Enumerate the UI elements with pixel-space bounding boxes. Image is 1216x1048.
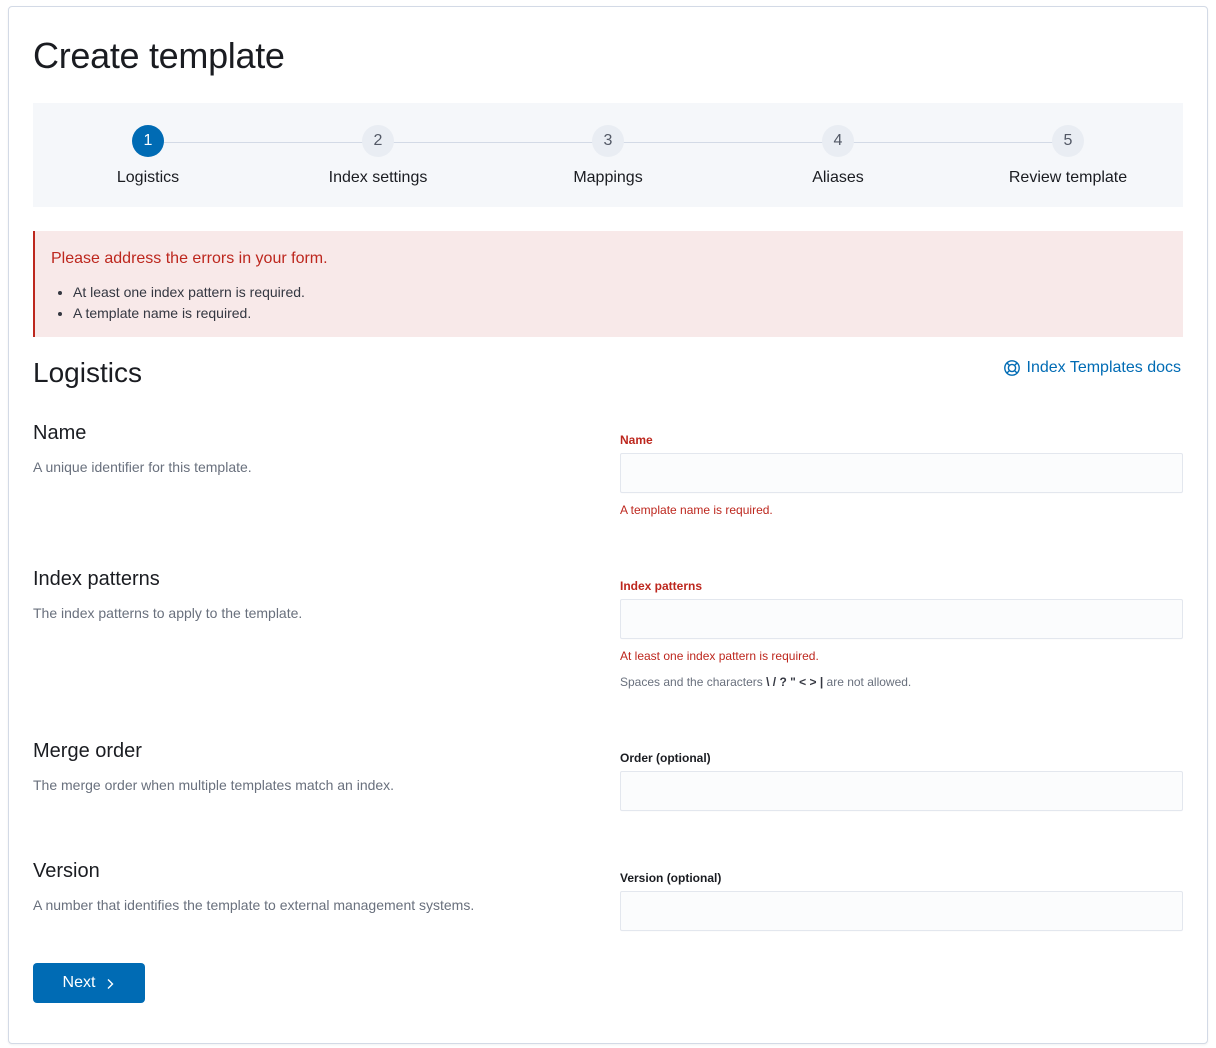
page-title: Create template <box>33 35 285 76</box>
step-number-badge: 4 <box>822 125 854 157</box>
name-input[interactable] <box>620 453 1183 493</box>
merge-order-row-title: Merge order <box>33 740 142 762</box>
step-logistics[interactable]: 1 Logistics <box>33 125 263 187</box>
step-aliases[interactable]: 4 Aliases <box>723 125 953 187</box>
index-patterns-field-label: Index patterns <box>620 579 703 593</box>
step-review-template[interactable]: 5 Review template <box>953 125 1183 187</box>
step-label: Review template <box>1008 169 1128 186</box>
form-error-callout: Please address the errors in your form. … <box>33 231 1183 337</box>
step-number-badge: 1 <box>132 125 164 157</box>
order-field-label: Order (optional) <box>620 751 711 765</box>
lifebuoy-icon <box>1003 359 1021 377</box>
version-row-description: A number that identifies the template to… <box>33 897 475 913</box>
step-index-settings[interactable]: 2 Index settings <box>263 125 493 187</box>
help-forbidden-chars: \ / ? " < > | <box>766 675 824 689</box>
step-label: Mappings <box>573 169 643 186</box>
create-template-panel: Create template 1 Logistics 2 Index sett… <box>8 6 1208 1044</box>
step-label: Logistics <box>116 169 180 186</box>
index-patterns-row-title: Index patterns <box>33 568 160 590</box>
merge-order-row-description: The merge order when multiple templates … <box>33 777 395 793</box>
help-suffix: are not allowed. <box>826 675 912 689</box>
index-templates-docs-link[interactable]: Index Templates docs <box>1003 359 1181 377</box>
step-number-badge: 5 <box>1052 125 1084 157</box>
index-patterns-row-description: The index patterns to apply to the templ… <box>33 605 303 621</box>
step-number-badge: 2 <box>362 125 394 157</box>
step-label: Aliases <box>812 169 864 186</box>
index-patterns-help-text: Spaces and the characters \ / ? " < > | … <box>620 675 911 689</box>
name-field-label: Name <box>620 433 653 447</box>
name-field-error: A template name is required. <box>620 503 773 517</box>
callout-error-list: At least one index pattern is required. … <box>73 282 305 324</box>
version-row-title: Version <box>33 860 100 882</box>
list-item: At least one index pattern is required. <box>73 282 305 303</box>
step-mappings[interactable]: 3 Mappings <box>493 125 723 187</box>
version-field-label: Version (optional) <box>620 871 722 885</box>
steps-nav: 1 Logistics 2 Index settings 3 Mappings … <box>33 103 1183 207</box>
next-button-label: Next <box>62 974 96 991</box>
section-title: Logistics <box>33 357 142 388</box>
chevron-right-icon <box>105 977 115 989</box>
callout-title: Please address the errors in your form. <box>51 250 328 267</box>
list-item: A template name is required. <box>73 303 305 324</box>
step-label: Index settings <box>328 169 428 186</box>
docs-link-label: Index Templates docs <box>1026 359 1181 376</box>
order-input[interactable] <box>620 771 1183 811</box>
name-row-description: A unique identifier for this template. <box>33 459 252 475</box>
index-patterns-input[interactable] <box>620 599 1183 639</box>
name-row-title: Name <box>33 422 87 444</box>
index-patterns-field-error: At least one index pattern is required. <box>620 649 819 663</box>
step-number-badge: 3 <box>592 125 624 157</box>
version-input[interactable] <box>620 891 1183 931</box>
next-button[interactable]: Next <box>33 963 145 1003</box>
help-prefix: Spaces and the characters <box>620 675 763 689</box>
